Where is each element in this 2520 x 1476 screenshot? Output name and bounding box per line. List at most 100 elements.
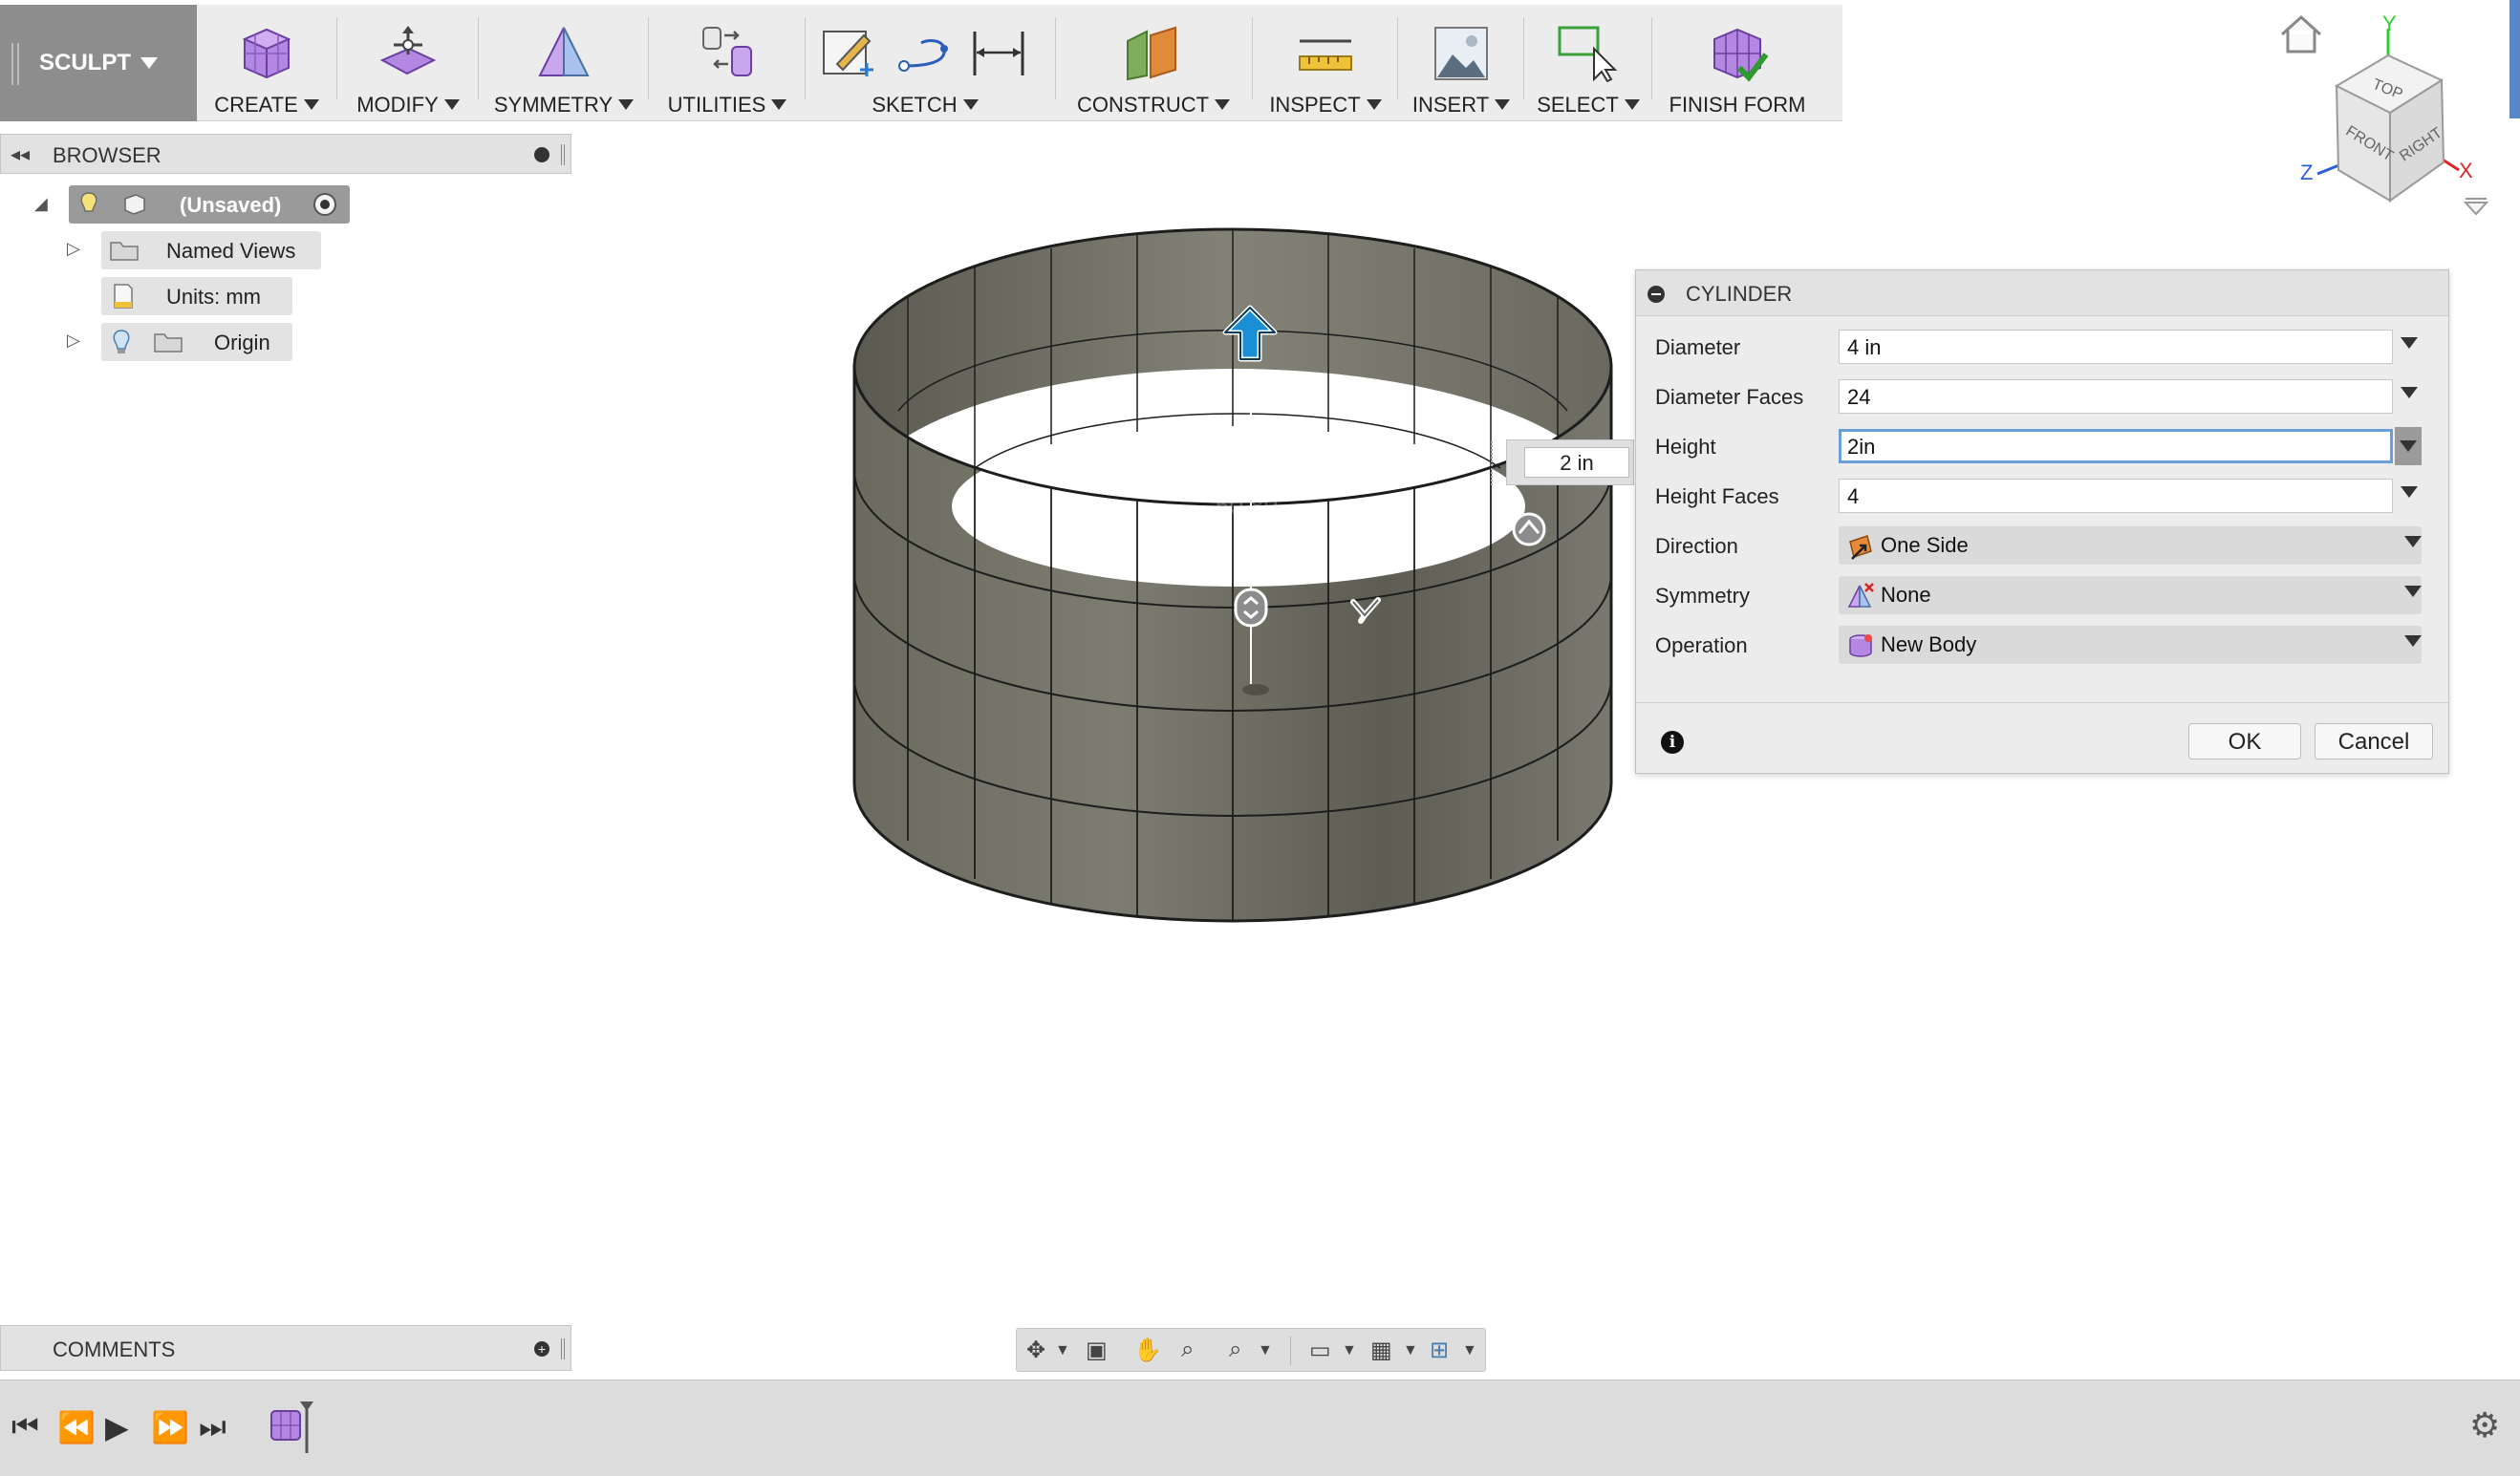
height-row: Height 2in [1636,421,2448,471]
construct-menu[interactable]: CONSTRUCT [1065,5,1242,121]
document-icon [114,284,133,309]
height-arrow-icon[interactable] [1221,304,1279,365]
browser-panel-header[interactable]: ◂◂ BROWSER [0,134,571,174]
chevron-down-icon[interactable]: ▼ [1403,1342,1418,1359]
expand-arrow-icon[interactable]: ▷ [67,331,80,351]
dimension-icon [973,32,1024,75]
chevron-down-icon[interactable] [2401,486,2418,498]
ok-button[interactable]: OK [2188,723,2301,759]
collapse-arrow-icon[interactable]: ◢ [34,194,48,214]
tree-item-origin[interactable]: Origin [101,323,292,361]
viewports-icon[interactable]: ⊞ [1430,1337,1449,1364]
activate-radio-icon[interactable] [313,193,336,216]
toolbar-divider [336,17,337,99]
minus-icon[interactable] [534,147,549,162]
diameter-row: Diameter 4 in [1636,322,2448,372]
symmetry-menu[interactable]: SYMMETRY [487,5,640,121]
modify-menu[interactable]: MODIFY [346,5,470,121]
comments-panel[interactable]: COMMENTS + [0,1325,571,1371]
diameter-faces-input[interactable]: 24 [1839,379,2393,414]
finish-form-button[interactable]: FINISH FORM [1661,5,1814,121]
operation-row: Operation New Body [1636,620,2448,670]
chevron-down-icon[interactable]: ▼ [1055,1342,1070,1359]
collapse-dialog-icon[interactable] [1648,286,1665,303]
cancel-button[interactable]: Cancel [2315,723,2433,759]
direction-value: One Side [1881,533,1969,557]
height-inline-input[interactable]: 2 in [1524,447,1629,478]
info-icon[interactable]: i [1661,731,1684,754]
input-grip [1491,441,1495,485]
height-manipulator-axis [1250,369,1252,684]
plus-icon[interactable]: + [534,1341,549,1357]
finish-form-icon [1713,28,1769,82]
rotate-handle-icon[interactable] [1508,510,1550,548]
chevron-down-icon [140,57,158,69]
chevron-down-icon[interactable] [2404,586,2422,597]
chevron-down-icon[interactable] [2404,536,2422,547]
tree-item-named-views[interactable]: Named Views [101,231,321,269]
tree-item-unsaved[interactable]: (Unsaved) [69,185,350,224]
go-to-start-icon[interactable]: ⏮ [11,1409,39,1445]
lightbulb-icon[interactable] [78,191,99,218]
timeline-form-feature-icon[interactable] [266,1398,323,1455]
gear-icon[interactable]: ⚙ [2469,1405,2500,1445]
step-forward-icon[interactable]: ⏩ [151,1409,189,1445]
panel-grip-icon[interactable] [561,1338,565,1359]
toolbar-grip[interactable] [11,43,19,85]
chevron-down-icon[interactable] [2401,337,2418,349]
symmetry-select[interactable]: None [1839,576,2422,614]
workspace-label: SCULPT [39,50,131,75]
go-to-end-icon[interactable]: ⏭ [199,1409,226,1445]
panel-grip-icon[interactable] [561,144,565,165]
diameter-input[interactable]: 4 in [1839,330,2393,364]
inspect-menu[interactable]: INSPECT [1261,5,1389,121]
create-menu[interactable]: CREATE [205,5,329,121]
display-settings-icon[interactable]: ▭ [1309,1337,1331,1364]
grid-settings-icon[interactable]: ▦ [1370,1337,1392,1364]
play-icon[interactable]: ▶ [105,1409,129,1445]
lightbulb-icon[interactable] [111,329,132,355]
expand-arrow-icon[interactable]: ▷ [67,239,80,259]
chevron-down-icon[interactable]: ▼ [1342,1342,1357,1359]
sketch-menu[interactable]: SKETCH [814,5,1036,121]
box-icon [242,28,291,79]
direction-row: Direction One Side [1636,521,2448,570]
dialog-divider [1636,702,2448,703]
select-menu[interactable]: SELECT [1533,5,1644,121]
height-faces-input[interactable]: 4 [1839,479,2393,513]
height-input[interactable]: 2in [1839,429,2393,463]
toolbar-divider [478,17,479,99]
insert-image-icon [1434,27,1488,80]
orbit-icon[interactable]: ✥ [1026,1337,1045,1364]
utilities-menu[interactable]: UTILITIES [657,5,797,121]
construct-plane-icon [1127,26,1176,81]
collapse-panel-icon[interactable]: ◂◂ [11,142,30,166]
dropdown-toggle[interactable] [2395,427,2422,465]
chevron-down-icon[interactable]: ▼ [1462,1342,1477,1359]
viewcube-menu-icon[interactable] [2462,195,2490,218]
scale-handle-icon[interactable] [1233,587,1269,629]
pan-hand-icon[interactable]: ✋ [1133,1337,1162,1364]
direction-arrow-icon[interactable] [1347,592,1386,627]
view-cube[interactable]: TOP FRONT RIGHT Y Z X [2289,10,2509,210]
modify-label: MODIFY [346,93,470,118]
height-faces-label: Height Faces [1655,484,1779,508]
tree-item-label: Named Views [166,239,296,263]
insert-menu[interactable]: INSERT [1407,5,1516,121]
look-at-icon[interactable]: ▣ [1086,1337,1108,1364]
diameter-label: Diameter [1655,335,1741,359]
dialog-title: CYLINDER [1686,282,1793,306]
fit-zoom-icon[interactable]: ⌕ [1229,1337,1241,1363]
workspace-switcher[interactable]: SCULPT [0,5,197,121]
chevron-down-icon[interactable]: ▼ [1258,1342,1273,1359]
step-back-icon[interactable]: ⏪ [57,1409,96,1445]
dialog-header[interactable]: CYLINDER [1636,270,2448,316]
height-faces-row: Height Faces 4 [1636,471,2448,521]
direction-select[interactable]: One Side [1839,526,2422,565]
axis-x-label: X [2459,159,2473,182]
operation-select[interactable]: New Body [1839,626,2422,664]
zoom-icon[interactable]: ⌕ [1181,1337,1194,1363]
tree-item-units[interactable]: Units: mm [101,277,292,315]
chevron-down-icon[interactable] [2401,387,2418,398]
chevron-down-icon[interactable] [2404,635,2422,647]
